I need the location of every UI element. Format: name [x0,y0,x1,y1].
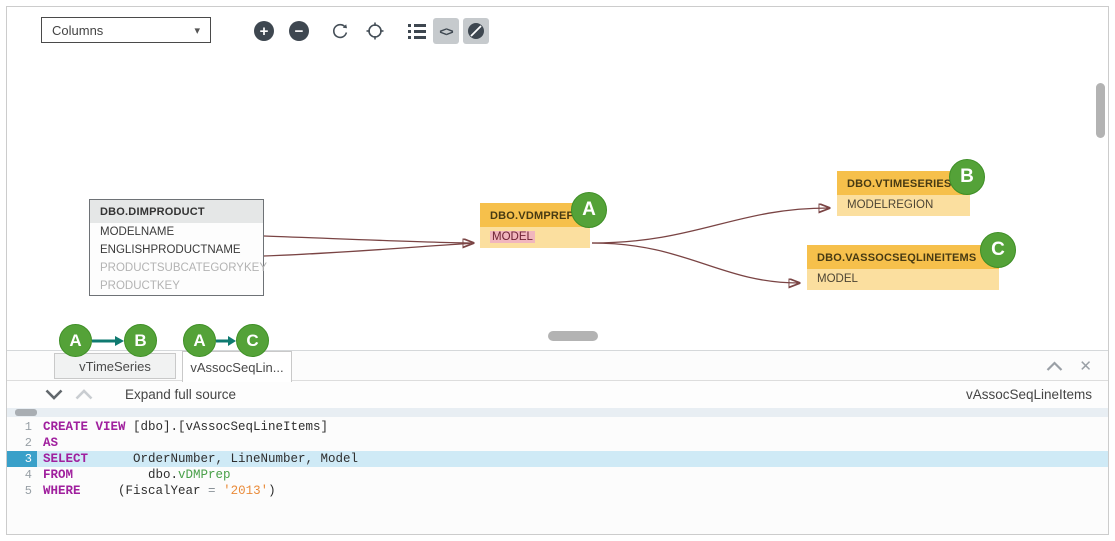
line-number: 5 [7,483,37,499]
source-header: Expand full source vAssocSeqLineItems [7,381,1108,408]
edge-englishproductname-to-model [264,244,470,257]
code-icon: <> [439,24,452,39]
pair-badge-a[interactable]: A [183,324,216,357]
arrow-right-icon [92,335,124,347]
code-text: SELECT OrderNumber, LineNumber, Model [37,451,1108,467]
table-node-title[interactable]: DBO.VASSOCSEQLINEITEMS [807,245,999,269]
code-line[interactable]: 5 WHERE (FiscalYear = '2013') [7,483,1108,499]
pair-badge-a[interactable]: A [59,324,92,357]
list-icon [407,22,427,40]
code-text: AS [37,435,1108,451]
sql-code-editor[interactable]: 1 CREATE VIEW [dbo].[vAssocSeqLineItems]… [7,417,1108,534]
code-horizontal-scrollbar[interactable] [7,408,1108,417]
table-node-title[interactable]: DBO.DIMPRODUCT [90,200,263,223]
plus-icon: + [254,21,274,41]
edge-modelname-to-model [264,236,473,243]
lineage-badge-a[interactable]: A [571,192,607,228]
expand-source-down-icon[interactable] [45,389,63,400]
pair-badge-b[interactable]: B [124,324,157,357]
zoom-in-button[interactable]: + [251,18,277,44]
contrast-icon [466,21,486,41]
column-row[interactable]: PRODUCTKEY [90,277,263,295]
close-panel-icon[interactable]: ✕ [1079,357,1092,375]
diagram-toolbar: Columns ▾ + − [7,7,1108,55]
edge-model-to-model [592,243,799,283]
highlighted-column: MODEL [490,231,535,243]
panel-controls: ✕ [1046,357,1092,375]
vertical-scrollbar-thumb[interactable] [1096,83,1105,138]
pair-badge-c[interactable]: C [236,324,269,357]
source-object-name: vAssocSeqLineItems [966,387,1108,402]
collapse-panel-icon[interactable] [1046,361,1063,371]
lineage-tool-window: Columns ▾ + − [0,0,1115,541]
code-view-toggle[interactable]: <> [433,18,459,44]
columns-dropdown-value: Columns [52,23,103,38]
contrast-toggle[interactable] [463,18,489,44]
collapse-source-up-icon[interactable] [75,389,93,400]
column-row[interactable]: ENGLISHPRODUCTNAME [90,241,263,259]
code-line[interactable]: 1 CREATE VIEW [dbo].[vAssocSeqLineItems] [7,419,1108,435]
column-row[interactable]: MODELREGION [837,195,970,216]
code-scrollbar-thumb[interactable] [15,409,37,416]
code-line[interactable]: 4 FROM dbo.vDMPrep [7,467,1108,483]
app-frame: Columns ▾ + − [6,6,1109,535]
zoom-out-button[interactable]: − [286,18,312,44]
code-text: FROM dbo.vDMPrep [37,467,1108,483]
code-text: WHERE (FiscalYear = '2013') [37,483,1108,499]
minus-icon: − [289,21,309,41]
chevron-down-icon: ▾ [194,24,200,37]
column-row[interactable]: MODEL [480,227,590,248]
refresh-button[interactable] [327,18,353,44]
lineage-badge-pair-ab: A B [59,324,157,357]
column-row[interactable]: PRODUCTSUBCATEGORYKEY [90,259,263,277]
lineage-diagram-canvas[interactable]: Columns ▾ + − [7,7,1108,351]
table-node-vassocseqlineitems[interactable]: DBO.VASSOCSEQLINEITEMS MODEL [807,245,999,290]
horizontal-scrollbar-thumb[interactable] [548,331,598,341]
edge-model-to-modelregion [592,208,829,243]
lineage-badge-pair-ac: A C [183,324,269,357]
expand-full-source-label[interactable]: Expand full source [125,387,236,402]
refresh-icon [330,21,350,41]
code-line[interactable]: 2 AS [7,435,1108,451]
reset-view-button[interactable] [362,18,388,44]
source-tabs-row: vTimeSeries vAssocSeqLin... ✕ [7,351,1108,381]
column-row[interactable]: MODEL [807,269,999,290]
lineage-badge-c[interactable]: C [980,232,1016,268]
line-number: 3 [7,451,37,467]
source-panel: vTimeSeries vAssocSeqLin... ✕ Expand ful [7,351,1108,535]
columns-dropdown[interactable]: Columns ▾ [41,17,211,43]
column-row[interactable]: MODELNAME [90,223,263,241]
lineage-badge-b[interactable]: B [949,159,985,195]
line-number: 4 [7,467,37,483]
code-line-selected[interactable]: 3 SELECT OrderNumber, LineNumber, Model [7,451,1108,467]
code-text: CREATE VIEW [dbo].[vAssocSeqLineItems] [37,419,1108,435]
list-view-button[interactable] [404,18,430,44]
crosshair-icon [365,21,385,41]
table-node-dimproduct[interactable]: DBO.DIMPRODUCT MODELNAME ENGLISHPRODUCTN… [89,199,264,296]
line-number: 2 [7,435,37,451]
line-number: 1 [7,419,37,435]
arrow-right-icon [216,335,236,347]
